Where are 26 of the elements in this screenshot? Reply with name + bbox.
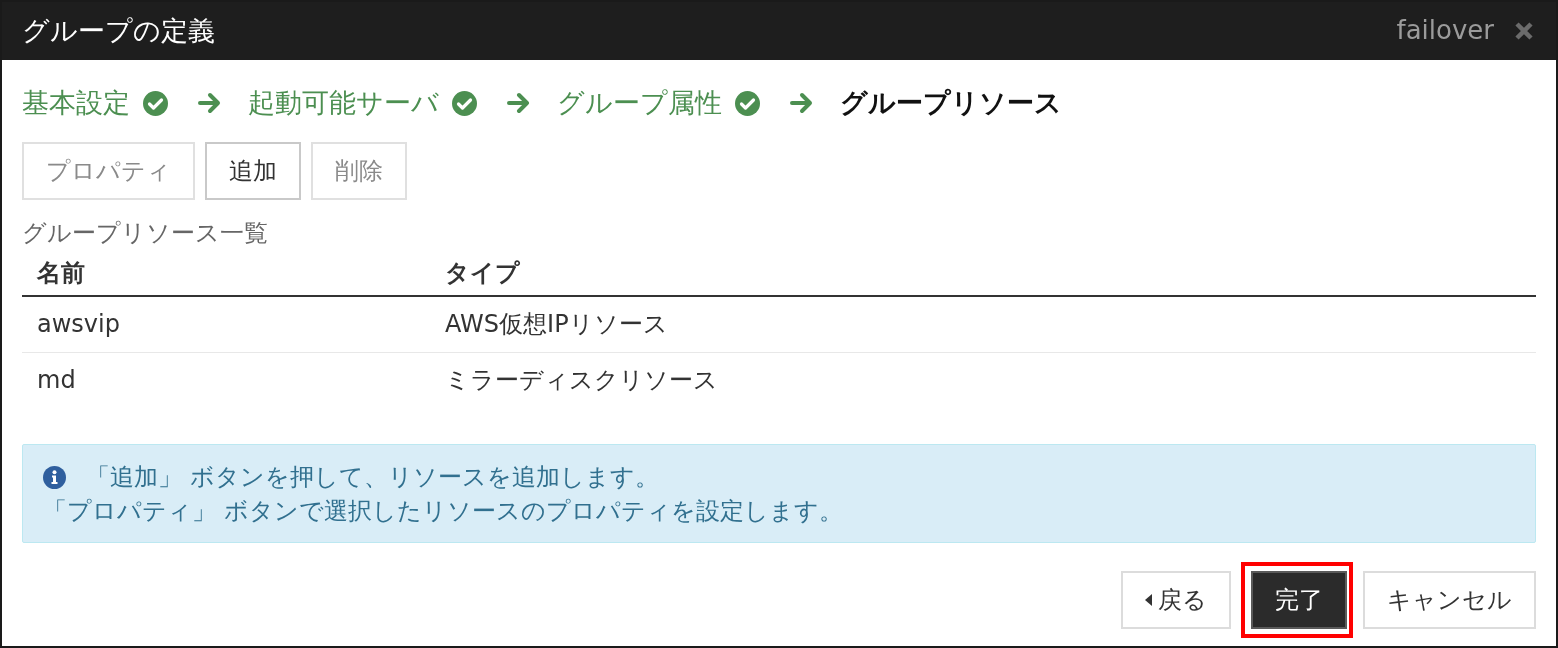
info-text: 「プロパティ」 ボタンで選択したリソースのプロパティを設定します。 xyxy=(43,497,843,525)
info-icon xyxy=(43,465,66,489)
table-cell[interactable]: md xyxy=(22,352,430,408)
table-cell[interactable]: AWS仮想IPリソース xyxy=(430,296,1536,352)
caret-left-icon xyxy=(1145,594,1152,606)
step-label: 基本設定 xyxy=(22,86,130,120)
close-button[interactable] xyxy=(1514,21,1534,41)
arrow-right-icon xyxy=(790,92,814,114)
cluster-name: failover xyxy=(1396,15,1494,47)
column-header: タイプ xyxy=(430,250,1536,296)
back-button[interactable]: 戻る xyxy=(1121,571,1231,629)
info-text: 「追加」 ボタンを押して、リソースを追加します。 xyxy=(86,462,659,493)
step-label: グループ属性 xyxy=(557,86,722,120)
arrow-right-icon xyxy=(507,92,531,114)
window-title: グループの定義 xyxy=(22,14,215,48)
column-header: 名前 xyxy=(22,250,430,296)
step-label: グループリソース xyxy=(840,86,1062,120)
table-cell[interactable]: ミラーディスクリソース xyxy=(430,352,1536,408)
cancel-button[interactable]: キャンセル xyxy=(1363,571,1536,629)
close-icon xyxy=(1514,21,1534,41)
table-cell[interactable]: awsvip xyxy=(22,296,430,352)
list-title: グループリソース一覧 xyxy=(22,218,269,248)
step-label: 起動可能サーバ xyxy=(248,86,439,120)
finish-button[interactable]: 完了 xyxy=(1251,571,1347,629)
toolbar-button[interactable]: 追加 xyxy=(205,142,301,200)
arrow-right-icon xyxy=(198,92,222,114)
